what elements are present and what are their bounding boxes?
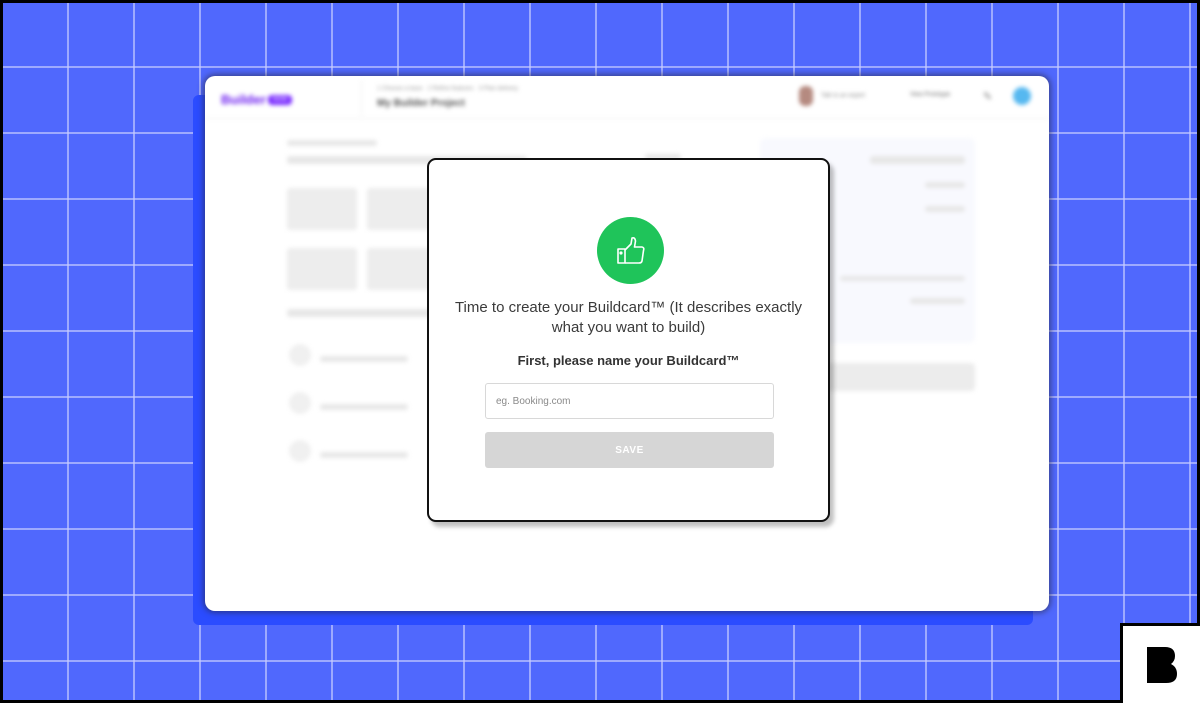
builder-b-logo-icon: [1120, 623, 1200, 703]
view-prototype-button[interactable]: View Prototype: [910, 92, 950, 98]
placeholder-line: [320, 356, 408, 362]
placeholder-line: [287, 309, 437, 317]
user-avatar-icon[interactable]: [1013, 87, 1031, 105]
expert-avatar: [799, 86, 813, 106]
placeholder-tile: [287, 188, 357, 230]
placeholder-circle: [289, 344, 311, 366]
placeholder-line: [925, 206, 965, 212]
progress-steps: 1 Choose a base · 2 Refine features · 3 …: [377, 86, 519, 92]
support-label: Talk to an expert: [821, 93, 866, 99]
logo-badge: NOW: [267, 94, 293, 105]
placeholder-tile: [287, 248, 357, 290]
create-buildcard-modal: Time to create your Buildcard™ (It descr…: [427, 158, 830, 522]
placeholder-line: [320, 452, 408, 458]
pencil-icon[interactable]: ✎: [983, 90, 992, 103]
placeholder-line: [840, 276, 965, 281]
header-divider: [361, 80, 362, 116]
modal-subheading: First, please name your Buildcard™: [517, 353, 740, 368]
modal-message: Time to create your Buildcard™ (It descr…: [454, 299, 803, 336]
placeholder-line: [287, 140, 377, 146]
placeholder-line: [320, 404, 408, 410]
app-logo: Builder NOW: [221, 92, 293, 107]
save-button[interactable]: SAVE: [485, 432, 774, 468]
placeholder-circle: [289, 440, 311, 462]
expert-support[interactable]: Talk to an expert: [799, 86, 865, 106]
placeholder-line: [925, 182, 965, 188]
placeholder-circle: [289, 392, 311, 414]
placeholder-line: [910, 298, 965, 304]
thumbs-up-icon: [597, 217, 664, 284]
background-grid: Builder NOW 1 Choose a base · 2 Refine f…: [3, 3, 1197, 700]
placeholder-line: [870, 156, 965, 164]
buildcard-name-input[interactable]: [485, 383, 774, 419]
project-title: My Builder Project: [377, 98, 465, 109]
app-header: Builder NOW 1 Choose a base · 2 Refine f…: [205, 76, 1049, 119]
logo-text: Builder: [221, 92, 266, 107]
